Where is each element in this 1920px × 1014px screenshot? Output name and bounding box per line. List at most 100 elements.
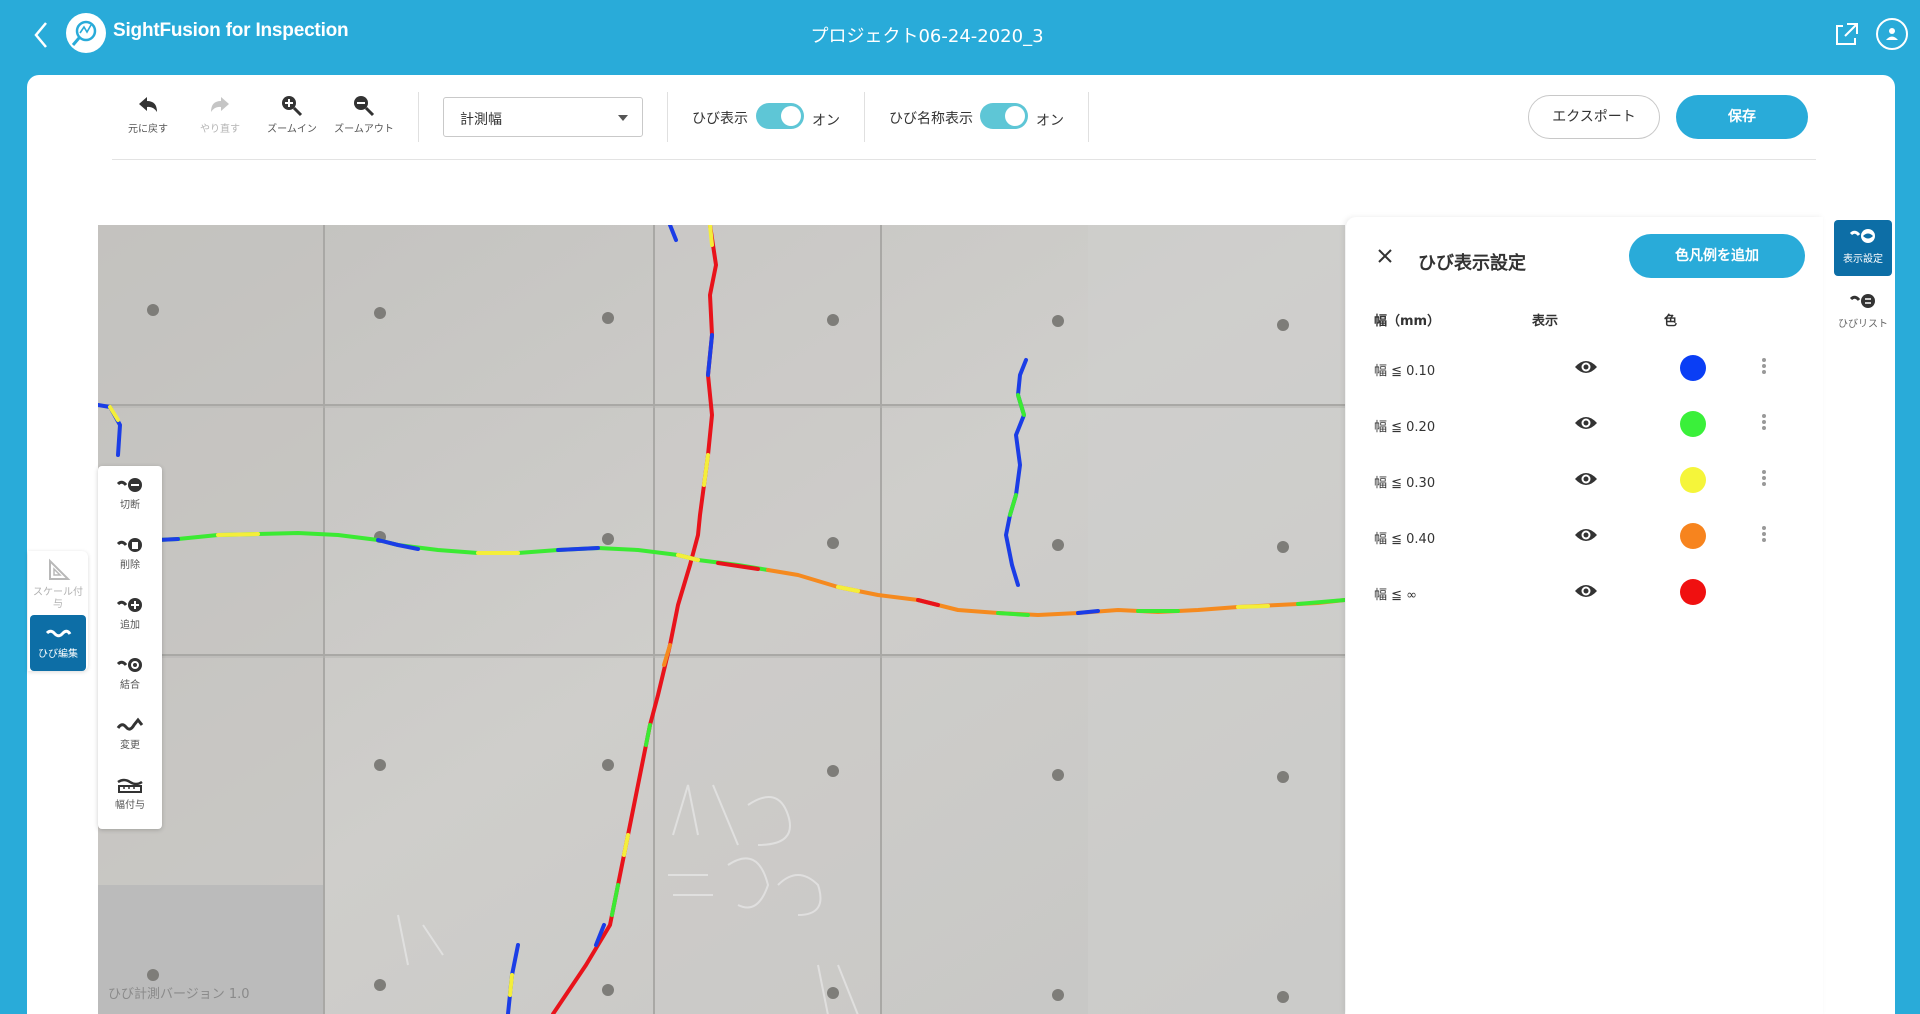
toolbar: 元に戻す やり直す ズームイン ズームアウト 計測幅 ひび表示 オン ひび名称表… xyxy=(112,92,1816,160)
zoom-in-button[interactable]: ズームイン xyxy=(256,94,328,135)
legend-row: 幅 ≦ 0.40 xyxy=(1346,516,1823,556)
zoom-in-icon xyxy=(282,96,303,117)
width-tool-label: 幅付与 xyxy=(115,800,145,811)
legend-width-label: 幅 ≦ 0.30 xyxy=(1374,476,1436,491)
external-link-icon[interactable] xyxy=(1833,22,1859,48)
toggle-knob xyxy=(781,106,801,126)
add-icon xyxy=(116,598,142,612)
legend-color-swatch[interactable] xyxy=(1680,467,1706,493)
undo-button[interactable]: 元に戻す xyxy=(112,94,184,135)
export-button[interactable]: エクスポート xyxy=(1528,95,1660,139)
eye-icon[interactable] xyxy=(1574,582,1598,600)
width-icon xyxy=(117,778,143,793)
cut-tool-button[interactable]: 切断 xyxy=(98,466,162,518)
crack-list-label: ひびリスト xyxy=(1838,319,1888,330)
crack-edit-mode-label: ひび編集 xyxy=(38,649,78,660)
delete-tool-label: 削除 xyxy=(120,560,140,571)
toolbar-divider xyxy=(864,92,865,142)
crack-display-settings-panel: ひび表示設定 色凡例を追加 幅（mm） 表示 色 幅 ≦ 0.10 幅 ≦ 0.… xyxy=(1346,217,1823,1014)
toolbar-divider xyxy=(1088,92,1089,142)
toggle-knob xyxy=(1005,106,1025,126)
eye-icon[interactable] xyxy=(1574,470,1598,488)
toolbar-divider xyxy=(667,92,668,142)
save-button[interactable]: 保存 xyxy=(1676,95,1808,139)
zoom-out-label: ズームアウト xyxy=(334,124,394,135)
merge-tool-button[interactable]: 結合 xyxy=(98,646,162,698)
crack-edit-icon xyxy=(45,629,72,638)
close-icon[interactable] xyxy=(1376,247,1394,265)
add-color-legend-button[interactable]: 色凡例を追加 xyxy=(1629,234,1805,278)
delete-tool-button[interactable]: 削除 xyxy=(98,526,162,578)
legend-width-label: 幅 ≦ 0.20 xyxy=(1374,420,1436,435)
settings-title: ひび表示設定 xyxy=(1418,253,1526,274)
crack-display-toggle[interactable] xyxy=(756,103,804,129)
display-settings-tab[interactable]: 表示設定 xyxy=(1834,220,1892,276)
zoom-out-icon xyxy=(354,96,375,117)
chevron-down-icon xyxy=(618,115,628,121)
crack-name-toggle[interactable] xyxy=(980,103,1028,129)
crack-display-label: ひび表示 xyxy=(692,111,748,127)
user-avatar-icon[interactable] xyxy=(1876,18,1908,50)
more-vertical-icon[interactable] xyxy=(1758,524,1770,546)
column-header-width: 幅（mm） xyxy=(1374,314,1441,329)
measure-select-value: 計測幅 xyxy=(460,112,502,128)
ruler-triangle-icon xyxy=(49,558,71,580)
toolbar-divider xyxy=(418,92,419,142)
crack-list-tab[interactable]: ひびリスト xyxy=(1834,285,1892,341)
crack-edit-mode-button[interactable]: ひび編集 xyxy=(30,615,86,671)
legend-width-label: 幅 ≦ 0.40 xyxy=(1374,532,1436,547)
add-tool-label: 追加 xyxy=(120,620,140,631)
cut-tool-label: 切断 xyxy=(120,500,140,511)
more-vertical-icon[interactable] xyxy=(1758,412,1770,434)
cut-icon xyxy=(116,478,142,492)
column-header-color: 色 xyxy=(1664,314,1678,329)
legend-color-swatch[interactable] xyxy=(1680,579,1706,605)
column-header-visible: 表示 xyxy=(1532,314,1559,329)
scale-mode-button[interactable]: スケール付与 xyxy=(30,551,86,610)
change-tool-label: 変更 xyxy=(120,740,140,751)
crack-name-label: ひび名称表示 xyxy=(889,111,973,127)
inspection-canvas[interactable]: ひび計測バージョン 1.0 xyxy=(98,225,1345,1014)
crack-name-state: オン xyxy=(1036,113,1064,129)
app-header: SightFusion for Inspection プロジェクト06-24-2… xyxy=(0,0,1920,70)
eye-icon[interactable] xyxy=(1574,526,1598,544)
crack-list-icon xyxy=(1849,294,1875,308)
version-label: ひび計測バージョン 1.0 xyxy=(108,987,250,1002)
more-vertical-icon[interactable] xyxy=(1758,356,1770,378)
eye-icon[interactable] xyxy=(1574,414,1598,432)
legend-color-swatch[interactable] xyxy=(1680,411,1706,437)
merge-tool-label: 結合 xyxy=(120,680,140,691)
more-vertical-icon[interactable] xyxy=(1758,468,1770,490)
legend-row: 幅 ≦ 0.10 xyxy=(1346,348,1823,388)
width-tool-button[interactable]: 幅付与 xyxy=(98,766,162,818)
legend-width-label: 幅 ≦ 0.10 xyxy=(1374,364,1436,379)
legend-row: 幅 ≦ 0.30 xyxy=(1346,460,1823,500)
scale-mode-label: スケール付与 xyxy=(33,587,83,610)
crack-edit-tools: 切断 削除 追加 結合 変更 幅付与 xyxy=(98,466,162,829)
redo-button[interactable]: やり直す xyxy=(184,94,256,135)
zoom-out-button[interactable]: ズームアウト xyxy=(328,94,400,135)
eye-icon[interactable] xyxy=(1574,358,1598,376)
merge-icon xyxy=(116,658,142,672)
legend-row: 幅 ≦ 0.20 xyxy=(1346,404,1823,444)
project-title: プロジェクト06-24-2020_3 xyxy=(810,26,1044,47)
zoom-in-label: ズームイン xyxy=(267,124,317,135)
change-tool-button[interactable]: 変更 xyxy=(98,706,162,758)
legend-row: 幅 ≦ ∞ xyxy=(1346,572,1823,612)
display-settings-icon xyxy=(1849,229,1875,243)
undo-icon xyxy=(139,97,157,112)
measure-select[interactable]: 計測幅 xyxy=(443,97,643,137)
redo-label: やり直す xyxy=(200,124,240,135)
add-tool-button[interactable]: 追加 xyxy=(98,586,162,638)
legend-width-label: 幅 ≦ ∞ xyxy=(1374,588,1417,603)
undo-label: 元に戻す xyxy=(128,124,168,135)
redo-icon xyxy=(211,97,229,112)
concrete-image xyxy=(98,225,1345,1014)
left-mode-rail: スケール付与 ひび編集 xyxy=(28,551,88,671)
delete-icon xyxy=(116,538,142,552)
crack-display-state: オン xyxy=(812,113,840,129)
legend-color-swatch[interactable] xyxy=(1680,523,1706,549)
change-icon xyxy=(116,717,144,731)
display-settings-label: 表示設定 xyxy=(1843,254,1883,265)
legend-color-swatch[interactable] xyxy=(1680,355,1706,381)
